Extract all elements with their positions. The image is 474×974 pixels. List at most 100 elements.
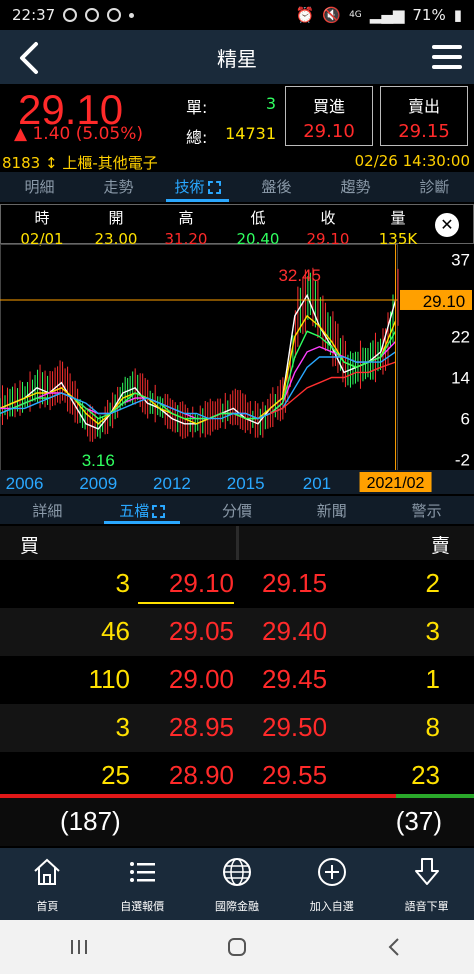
price-chart-svg[interactable]: 29.10 37 22 14 6 -2 32.45 3.16 2006 2009 2012 2015 2… (0, 244, 474, 494)
stock-market: 上櫃-其他電子 (62, 154, 158, 172)
order-book-row[interactable]: 3 28.95 29.50 8 (0, 704, 474, 752)
quote-panel: 29.10 ▲ 1.40 (5.05%) 單: 3 總: 14731 買進 29… (0, 84, 474, 172)
bid-value: 29.10 (303, 121, 355, 142)
tab-diagnosis[interactable]: 診斷 (395, 172, 474, 202)
alarm-icon: ⏰ (295, 6, 315, 24)
home-icon (34, 858, 61, 885)
tab-trend[interactable]: 走勢 (79, 172, 158, 202)
tab-after-hours[interactable]: 盤後 (237, 172, 316, 202)
nav-label: 首頁 (36, 900, 59, 913)
bid-box[interactable]: 買進 29.10 (285, 86, 373, 146)
detail-tabs: 詳細 五檔 分價 新聞 警示 (0, 496, 474, 524)
tab-label: 技術 (174, 178, 205, 196)
page-title: 精星 (217, 46, 257, 71)
tab-label: 診斷 (419, 178, 450, 196)
bid-label: 買進 (312, 97, 345, 116)
mute-icon: 🔇 (322, 6, 342, 24)
stock-code: 8183 (2, 154, 41, 172)
bid-qty: 3 (115, 712, 130, 742)
status-time: 22:37 (12, 6, 56, 24)
moving-average-line (0, 330, 397, 420)
ohlc-header-low: 低 (250, 209, 266, 227)
close-icon[interactable]: ✕ (435, 213, 459, 237)
x-tick-label: 2006 (6, 474, 44, 493)
tab-price-distribution[interactable]: 分價 (190, 496, 285, 524)
fullscreen-icon[interactable] (207, 181, 221, 194)
order-book-row[interactable]: 110 29.00 29.45 1 (0, 656, 474, 704)
hamburger-menu-icon[interactable] (430, 40, 464, 74)
ask-price: 29.50 (262, 712, 328, 742)
bid-qty: 3 (115, 568, 130, 598)
nav-watchlist[interactable]: 自選報價 (95, 848, 190, 920)
nav-home[interactable]: 首頁 (0, 848, 95, 920)
sell-label: 賣 (430, 535, 450, 557)
y-tick-label: -2 (455, 451, 470, 470)
list-icon (130, 862, 156, 882)
back-button-icon[interactable] (383, 935, 407, 959)
back-arrow-icon[interactable] (10, 38, 50, 78)
low-annotation: 3.16 (82, 451, 115, 470)
recent-apps-icon[interactable] (67, 935, 91, 959)
tab-label: 詳細 (32, 502, 63, 520)
app-header: 精星 (0, 30, 474, 84)
nav-add-watchlist[interactable]: 加入自選 (284, 848, 379, 920)
tab-label: 新聞 (316, 502, 347, 520)
ask-price: 29.15 (262, 568, 328, 598)
bid-total: (187) (60, 806, 121, 836)
bid-price: 28.90 (168, 760, 234, 790)
tab-label: 分價 (221, 502, 252, 520)
crosshair-date-label: 2021/02 (367, 475, 425, 492)
total-volume-value: 14731 (225, 124, 276, 143)
tab-news[interactable]: 新聞 (284, 496, 379, 524)
ask-box[interactable]: 賣出 29.15 (380, 86, 468, 146)
home-button-icon[interactable] (225, 935, 249, 959)
tab-label: 明細 (24, 178, 55, 196)
tab-details[interactable]: 明細 (0, 172, 79, 202)
fullscreen-icon[interactable] (152, 505, 166, 518)
ohlc-header-high: 高 (178, 209, 194, 227)
bid-price: 29.05 (168, 616, 234, 646)
ask-qty: 2 (425, 568, 440, 598)
stock-code-group[interactable]: 8183 ↕ 上櫃-其他電子 (2, 152, 158, 173)
nav-label: 自選報價 (120, 900, 165, 913)
tab-detail[interactable]: 詳細 (0, 496, 95, 524)
tab-alerts[interactable]: 警示 (379, 496, 474, 524)
battery-icon: ▮ (453, 6, 462, 24)
ask-value: 29.15 (398, 121, 450, 142)
tab-label: 五檔 (119, 502, 150, 520)
y-tick-label: 22 (451, 327, 470, 346)
bid-qty: 110 (88, 664, 130, 694)
bid-qty: 25 (101, 760, 130, 790)
battery-level: 71% (412, 6, 446, 24)
last-trade-underline (138, 602, 234, 604)
x-tick-label: 2015 (227, 474, 265, 493)
tab-tendency[interactable]: 趨勢 (316, 172, 395, 202)
tab-label: 走勢 (103, 178, 134, 196)
y-tick-label: 14 (451, 369, 470, 388)
tab-label: 盤後 (261, 178, 292, 196)
price-change: ▲ 1.40 (5.05%) (14, 124, 144, 144)
order-book: 買 賣 3 29.10 29.15 2 46 29.05 29.40 3 110… (0, 526, 474, 846)
chrome-icon (107, 8, 122, 22)
signal-icon: ▂▄▆ (369, 6, 405, 24)
nav-voice-order[interactable]: 語音下單 (379, 848, 474, 920)
order-book-row[interactable]: 3 29.10 29.15 2 (0, 560, 474, 608)
globe-icon (222, 858, 251, 886)
add-circle-icon (317, 858, 346, 886)
ohlc-header-close: 收 (320, 209, 336, 227)
single-volume-value: 3 (265, 94, 276, 113)
bid-qty: 46 (101, 616, 130, 646)
ask-label: 賣出 (407, 97, 440, 116)
order-book-row[interactable]: 25 28.90 29.55 23 (0, 752, 474, 800)
y-tick-label: 37 (451, 250, 470, 269)
order-totals: (187) (37) (0, 798, 474, 846)
bid-price: 29.10 (168, 568, 234, 598)
ask-price: 29.40 (262, 616, 328, 646)
tab-technical[interactable]: 技術 (158, 172, 237, 202)
order-book-row[interactable]: 46 29.05 29.40 3 (0, 608, 474, 656)
ohlc-header-volume: 量 (390, 209, 406, 227)
system-navigation-bar (0, 920, 474, 974)
nav-label: 語音下單 (404, 900, 449, 913)
nav-international[interactable]: 國際金融 (190, 848, 285, 920)
tab-five-levels[interactable]: 五檔 (95, 496, 190, 524)
